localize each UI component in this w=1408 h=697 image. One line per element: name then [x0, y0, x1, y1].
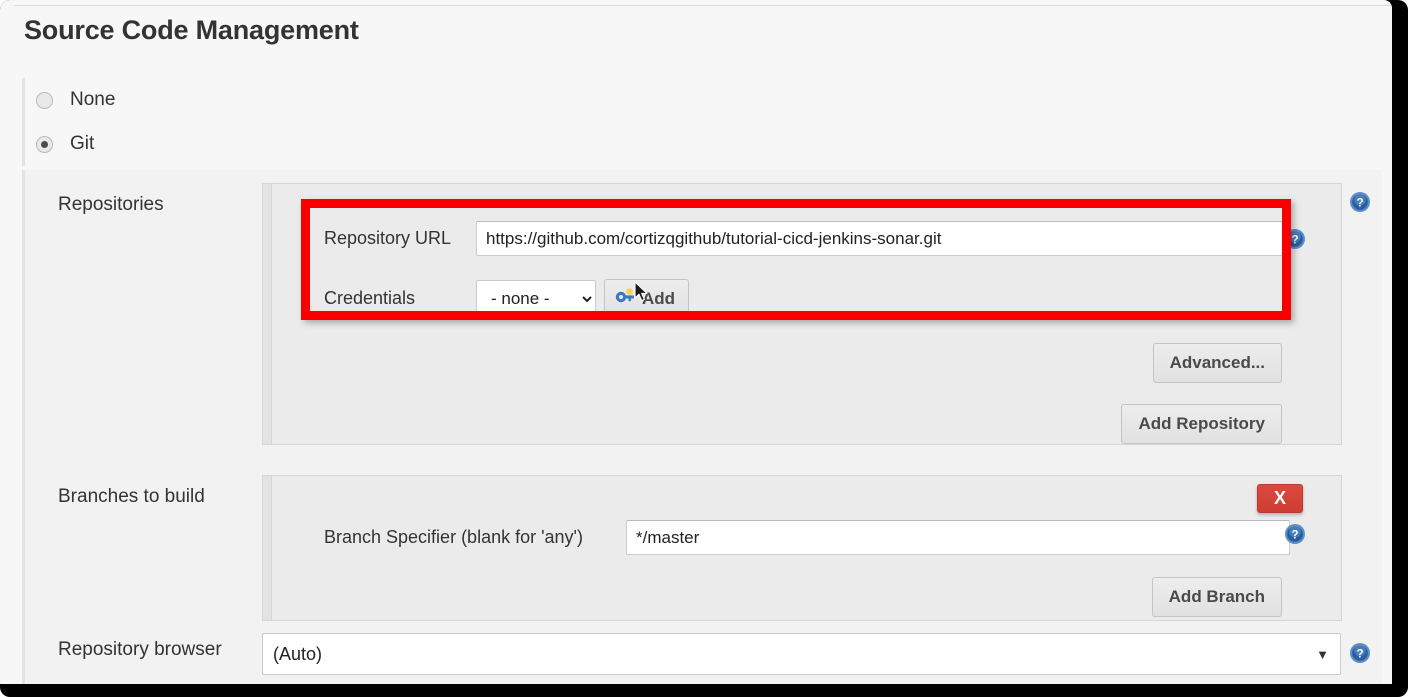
scm-option-git-label: Git — [70, 133, 95, 154]
branch-specifier-help-icon[interactable]: ? — [1284, 523, 1306, 550]
branches-block: X Branch Specifier (blank for 'any') Add… — [262, 475, 1342, 621]
svg-text:?: ? — [1356, 198, 1363, 210]
branch-specifier-input[interactable] — [626, 520, 1290, 555]
radio-none-icon[interactable] — [36, 91, 53, 109]
svg-text:?: ? — [1291, 530, 1298, 542]
repositories-panel: Repository URL Credentials - none - — [271, 183, 1342, 445]
repository-url-input[interactable] — [476, 221, 1283, 256]
scm-radio-group: None Git — [22, 78, 1382, 166]
repository-url-label: Repository URL — [324, 228, 452, 248]
repositories-drag-strip[interactable] — [262, 183, 271, 445]
add-credentials-button[interactable]: Add — [604, 279, 690, 318]
repository-browser-row: Repository browser (Auto) ▼ ? — [25, 622, 1382, 684]
top-divider — [14, 5, 1392, 6]
repositories-block: Repository URL Credentials - none - — [262, 183, 1342, 445]
add-repository-button[interactable]: Add Repository — [1121, 404, 1282, 444]
branches-panel: X Branch Specifier (blank for 'any') Add… — [271, 475, 1342, 621]
branch-specifier-label: Branch Specifier (blank for 'any') — [324, 527, 583, 547]
repositories-help-icon[interactable]: ? — [1349, 191, 1371, 218]
git-settings-area: Repositories Repository URL Credentials … — [22, 170, 1382, 684]
branches-drag-strip[interactable] — [262, 475, 271, 621]
svg-text:?: ? — [1356, 649, 1363, 661]
scm-option-git[interactable]: Git — [36, 122, 1382, 166]
delete-branch-button[interactable]: X — [1257, 484, 1303, 513]
credentials-label: Credentials — [324, 288, 416, 308]
advanced-button[interactable]: Advanced... — [1152, 343, 1282, 383]
repository-url-help-icon[interactable]: ? — [1284, 228, 1306, 255]
repository-browser-label: Repository browser — [58, 639, 222, 660]
scm-option-none-label: None — [70, 89, 116, 110]
repositories-row: Repositories Repository URL Credentials … — [25, 170, 1382, 462]
repository-browser-wrap: (Auto) ▼ — [262, 633, 1341, 675]
scm-option-none[interactable]: None — [36, 78, 1382, 122]
svg-text:?: ? — [1291, 235, 1298, 247]
branches-section-label: Branches to build — [58, 486, 205, 507]
jenkins-config-page: Source Code Management None Git Reposito… — [0, 0, 1392, 684]
key-icon — [615, 288, 635, 309]
credentials-field-row: Credentials - none - Add — [324, 279, 690, 318]
screenshot-frame: Source Code Management None Git Reposito… — [0, 0, 1408, 697]
credentials-select[interactable]: - none - — [476, 279, 596, 318]
repository-browser-select[interactable]: (Auto) — [262, 633, 1341, 675]
repository-browser-help-icon[interactable]: ? — [1349, 642, 1371, 669]
radio-git-icon[interactable] — [36, 135, 53, 153]
add-credentials-label: Add — [642, 288, 676, 308]
branches-row: Branches to build X Branch Specifier (bl… — [25, 462, 1382, 622]
add-branch-button[interactable]: Add Branch — [1151, 577, 1282, 617]
repositories-section-label: Repositories — [58, 194, 164, 215]
repository-url-field-row: Repository URL — [324, 221, 1283, 256]
page-title: Source Code Management — [24, 15, 359, 45]
branch-specifier-field-row: Branch Specifier (blank for 'any') — [324, 520, 1290, 555]
